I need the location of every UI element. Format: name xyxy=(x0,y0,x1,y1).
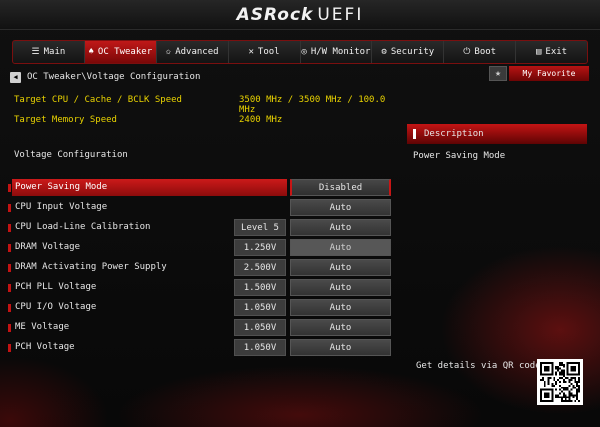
setting-row[interactable]: PCH PLL Voltage 1.500V Auto xyxy=(8,279,391,296)
setting-row[interactable]: CPU Input Voltage Auto xyxy=(8,199,391,216)
description-title: Description xyxy=(424,129,484,139)
setting-option-select[interactable]: Auto xyxy=(290,199,391,216)
tab-main[interactable]: ☰ Main xyxy=(13,41,85,63)
description-text: Power Saving Mode xyxy=(413,151,506,161)
tab-oc-tweaker[interactable]: ♠ OC Tweaker xyxy=(84,41,157,63)
setting-label: ME Voltage xyxy=(15,322,70,332)
info-label: Target Memory Speed xyxy=(14,115,117,125)
tab-label: OC Tweaker xyxy=(97,47,153,57)
setting-row[interactable]: CPU I/O Voltage 1.050V Auto xyxy=(8,299,391,316)
my-favorite-button[interactable]: My Favorite xyxy=(509,66,589,81)
main-menu: ☰ Main ♠ OC Tweaker ✩ Advanced ✕ Tool ◎ H/W Monit… xyxy=(12,40,588,64)
breadcrumb-text: OC Tweaker\Voltage Configuration xyxy=(27,72,201,82)
section-title: Voltage Configuration xyxy=(14,150,128,160)
setting-label: CPU Load-Line Calibration xyxy=(15,222,151,232)
setting-option-select[interactable]: Auto xyxy=(290,239,391,256)
current-value: 2.500V xyxy=(234,259,286,276)
setting-option-select[interactable]: Disabled xyxy=(290,179,391,196)
exit-icon: ▤ xyxy=(536,46,542,57)
title-bar: ASRock UEFI xyxy=(0,0,600,30)
setting-label: Power Saving Mode xyxy=(15,182,108,192)
info-label: Target CPU / Cache / BCLK Speed xyxy=(14,95,182,105)
row-marker xyxy=(8,244,11,252)
current-value: 1.050V xyxy=(234,319,286,336)
current-value: 1.050V xyxy=(234,339,286,356)
tab-label: Security xyxy=(390,47,435,57)
tab-label: H/W Monitor xyxy=(310,47,371,57)
star-icon: ✩ xyxy=(165,46,172,57)
info-value: 3500 MHz / 3500 MHz / 100.0 MHz xyxy=(239,95,386,115)
row-marker xyxy=(8,304,11,312)
setting-label: CPU I/O Voltage xyxy=(15,302,97,312)
info-value: 2400 MHz xyxy=(239,115,283,125)
setting-option-select[interactable]: Auto xyxy=(290,219,391,236)
brand-logo: ASRock UEFI xyxy=(236,5,364,25)
setting-label: CPU Input Voltage xyxy=(15,202,108,212)
setting-label: DRAM Activating Power Supply xyxy=(15,262,167,272)
tab-advanced[interactable]: ✩ Advanced xyxy=(157,41,229,63)
tab-label: Boot xyxy=(474,47,497,57)
tab-boot[interactable]: ⏻ Boot xyxy=(444,41,517,63)
setting-label: PCH PLL Voltage xyxy=(15,282,97,292)
tab-tool[interactable]: ✕ Tool xyxy=(229,41,301,63)
tools-icon: ✕ xyxy=(248,46,254,57)
row-marker xyxy=(8,184,11,192)
setting-label: PCH Voltage xyxy=(15,342,75,352)
monitor-icon: ◎ xyxy=(301,46,307,57)
setting-option-select[interactable]: Auto xyxy=(290,279,391,296)
setting-row[interactable]: PCH Voltage 1.050V Auto xyxy=(8,339,391,356)
setting-option-select[interactable]: Auto xyxy=(290,299,391,316)
tab-label: Main xyxy=(43,47,66,57)
row-marker xyxy=(8,204,11,212)
tab-exit[interactable]: ▤ Exit xyxy=(516,41,587,63)
setting-row[interactable]: DRAM Activating Power Supply 2.500V Auto xyxy=(8,259,391,276)
current-value: 1.500V xyxy=(234,279,286,296)
current-value: Level 5 xyxy=(234,219,286,236)
row-marker xyxy=(8,324,11,332)
flame-icon: ♠ xyxy=(88,46,94,57)
description-header: Description xyxy=(407,124,587,144)
tab-label: Tool xyxy=(257,47,280,57)
back-icon[interactable]: ◀ xyxy=(10,71,21,83)
info-memory-speed: Target Memory Speed 2400 MHz xyxy=(14,115,394,129)
list-icon: ☰ xyxy=(31,46,40,57)
tab-h-w-monitor[interactable]: ◎ H/W Monitor xyxy=(301,41,373,63)
qr-code-icon[interactable] xyxy=(537,359,583,405)
row-marker xyxy=(8,264,11,272)
row-marker xyxy=(8,344,11,352)
tab-label: Advanced xyxy=(175,47,219,57)
setting-row[interactable]: ME Voltage 1.050V Auto xyxy=(8,319,391,336)
setting-row[interactable]: Power Saving Mode Disabled xyxy=(8,179,391,196)
setting-row[interactable]: DRAM Voltage 1.250V Auto xyxy=(8,239,391,256)
qr-label: Get details via QR code xyxy=(416,361,541,371)
setting-row[interactable]: CPU Load-Line Calibration Level 5 Auto xyxy=(8,219,391,236)
tab-label: Exit xyxy=(545,47,568,57)
breadcrumb: ◀ OC Tweaker\Voltage Configuration xyxy=(10,70,480,84)
info-cpu-speed: Target CPU / Cache / BCLK Speed 3500 MHz… xyxy=(14,95,394,115)
current-value: 1.250V xyxy=(234,239,286,256)
tab-security[interactable]: ⚙ Security xyxy=(372,41,445,63)
current-value: 1.050V xyxy=(234,299,286,316)
setting-label: DRAM Voltage xyxy=(15,242,81,252)
shield-icon: ⚙ xyxy=(381,46,387,57)
favorite-star-icon[interactable]: ★ xyxy=(489,66,507,81)
setting-option-select[interactable]: Auto xyxy=(290,259,391,276)
row-marker xyxy=(8,284,11,292)
row-marker xyxy=(8,224,11,232)
power-icon: ⏻ xyxy=(463,46,471,57)
setting-option-select[interactable]: Auto xyxy=(290,339,391,356)
setting-option-select[interactable]: Auto xyxy=(290,319,391,336)
